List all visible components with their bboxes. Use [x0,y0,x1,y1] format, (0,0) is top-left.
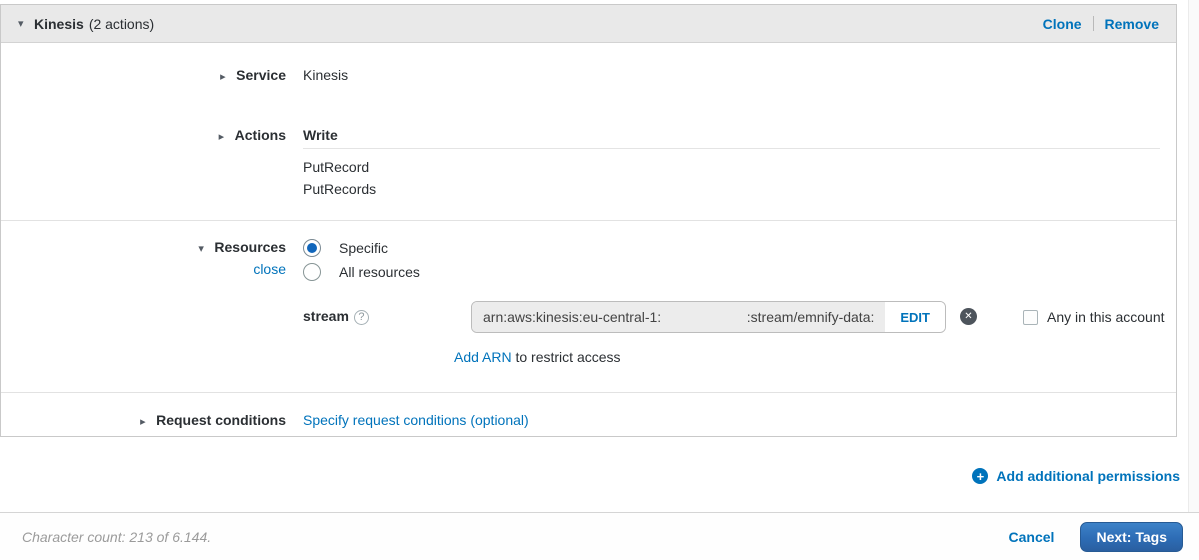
add-arn-link[interactable]: Add ARN [454,349,512,365]
resources-label-cell: ▾ Resources close [1,239,286,277]
radio-label: All resources [339,264,420,280]
actions-label: Actions [234,127,286,143]
expand-caret-icon[interactable]: ▸ [219,130,235,143]
footer-actions: Cancel Next: Tags [1009,521,1183,552]
request-conditions-row: ▸ Request conditions Specify request cond… [1,412,1160,428]
actions-list: Write PutRecord PutRecords [303,127,1160,200]
stream-content: stream? arn:aws:kinesis:eu-central-1: :s… [303,301,1165,333]
add-additional-permissions-link[interactable]: + Add additional permissions [972,468,1180,484]
request-conditions-content: Specify request conditions (optional) [303,412,1160,428]
plus-circle-icon: + [972,468,989,484]
service-row: ▸ Service Kinesis [1,67,1160,83]
iam-policy-visual-editor: ▾ Kinesis (2 actions) Clone Remove ▸ Serv… [0,0,1199,560]
arn-suffix: :stream/emnify-data: [746,309,875,325]
any-in-account-label: Any in this account [1047,309,1165,325]
action-item: PutRecord [303,159,370,175]
expand-caret-icon[interactable]: ▸ [220,70,236,83]
stream-arn-value: arn:aws:kinesis:eu-central-1: :stream/em… [472,302,886,332]
resources-label-line[interactable]: ▾ Resources [1,239,286,255]
action-item: PutRecords [303,181,377,197]
service-value: Kinesis [303,67,349,83]
radio-label: Specific [339,240,389,256]
specify-request-conditions-link[interactable]: Specify request conditions (optional) [303,412,529,428]
request-conditions-label: Request conditions [156,412,286,428]
remove-arn-icon[interactable]: ✕ [960,308,977,325]
add-arn-line: Add ARN to restrict access [454,349,1160,365]
section-divider [1,220,1176,221]
next-tags-button[interactable]: Next: Tags [1080,521,1183,552]
stream-label-wrap: stream? [303,301,471,325]
service-label-cell[interactable]: ▸ Service [1,67,286,83]
actions-row: ▸ Actions Write PutRecord PutRecords [1,127,1160,200]
service-title: Kinesis [34,15,84,32]
radio-option-all-resources[interactable]: All resources [303,263,1160,281]
add-arn-rest: to restrict access [515,349,621,365]
link-divider [1092,16,1094,31]
actions-count: (2 actions) [88,15,155,32]
stream-label: stream [303,308,349,324]
request-conditions-label-cell[interactable]: ▸ Request conditions [1,412,286,428]
radio-option-specific[interactable]: Specific [303,239,1160,257]
collapse-caret-icon[interactable]: ▾ [198,242,214,255]
add-arn-row: Add ARN to restrict access [1,349,1160,365]
section-divider [1,392,1176,393]
resources-label: Resources [214,239,286,255]
stream-arn-widget: arn:aws:kinesis:eu-central-1: :stream/em… [471,301,946,333]
scrollbar[interactable] [1188,0,1199,512]
stream-row: stream? arn:aws:kinesis:eu-central-1: :s… [1,301,1165,333]
arn-prefix: arn:aws:kinesis:eu-central-1: [483,309,662,325]
resources-row: ▾ Resources close Specific All resources [1,239,1160,281]
resources-close-link[interactable]: close [1,261,286,277]
resources-radio-group: Specific All resources [303,239,1160,281]
help-icon[interactable]: ? [353,309,369,325]
radio-icon[interactable] [303,263,321,281]
expand-caret-icon[interactable]: ▸ [140,415,156,428]
add-additional-permissions-label: Add additional permissions [996,468,1180,484]
cancel-button[interactable]: Cancel [1009,529,1055,545]
character-count: Character count: 213 of 6.144. [22,528,212,545]
service-label: Service [236,67,286,83]
edit-arn-button[interactable]: EDIT [885,302,945,332]
radio-icon[interactable] [303,239,321,257]
collapse-caret-icon[interactable]: ▾ [18,17,34,30]
checkbox-icon[interactable] [1023,309,1038,325]
actions-label-cell[interactable]: ▸ Actions [1,127,286,143]
wizard-footer: Character count: 213 of 6.144. Cancel Ne… [0,512,1199,560]
action-group-write: Write [303,127,1160,149]
header-links: Clone Remove [1043,16,1159,32]
remove-link[interactable]: Remove [1105,16,1159,32]
clone-link[interactable]: Clone [1043,16,1082,32]
permission-block-header: ▾ Kinesis (2 actions) Clone Remove [1,5,1176,43]
any-in-account-option[interactable]: Any in this account [1023,309,1165,325]
permission-block-kinesis: ▾ Kinesis (2 actions) Clone Remove ▸ Serv… [0,4,1177,437]
